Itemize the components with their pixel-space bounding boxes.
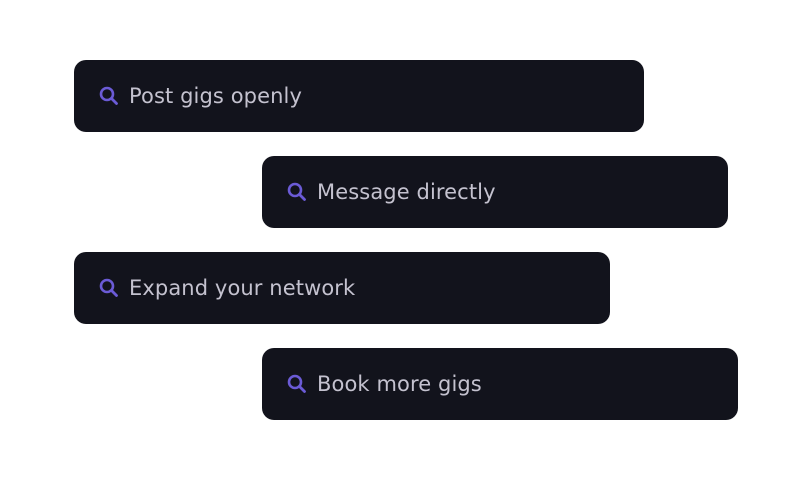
- feature-label: Book more gigs: [317, 372, 482, 396]
- feature-pill-book-more-gigs: Book more gigs: [262, 348, 738, 420]
- search-icon: [98, 85, 120, 107]
- feature-label: Post gigs openly: [129, 84, 302, 108]
- search-icon: [98, 277, 120, 299]
- search-icon: [286, 181, 308, 203]
- feature-pill-expand-network: Expand your network: [74, 252, 610, 324]
- feature-pill-post-gigs: Post gigs openly: [74, 60, 644, 132]
- search-icon: [286, 373, 308, 395]
- feature-list: Post gigs openly Message directly Expand…: [0, 0, 810, 480]
- feature-label: Expand your network: [129, 276, 356, 300]
- feature-pill-message-directly: Message directly: [262, 156, 728, 228]
- feature-label: Message directly: [317, 180, 496, 204]
